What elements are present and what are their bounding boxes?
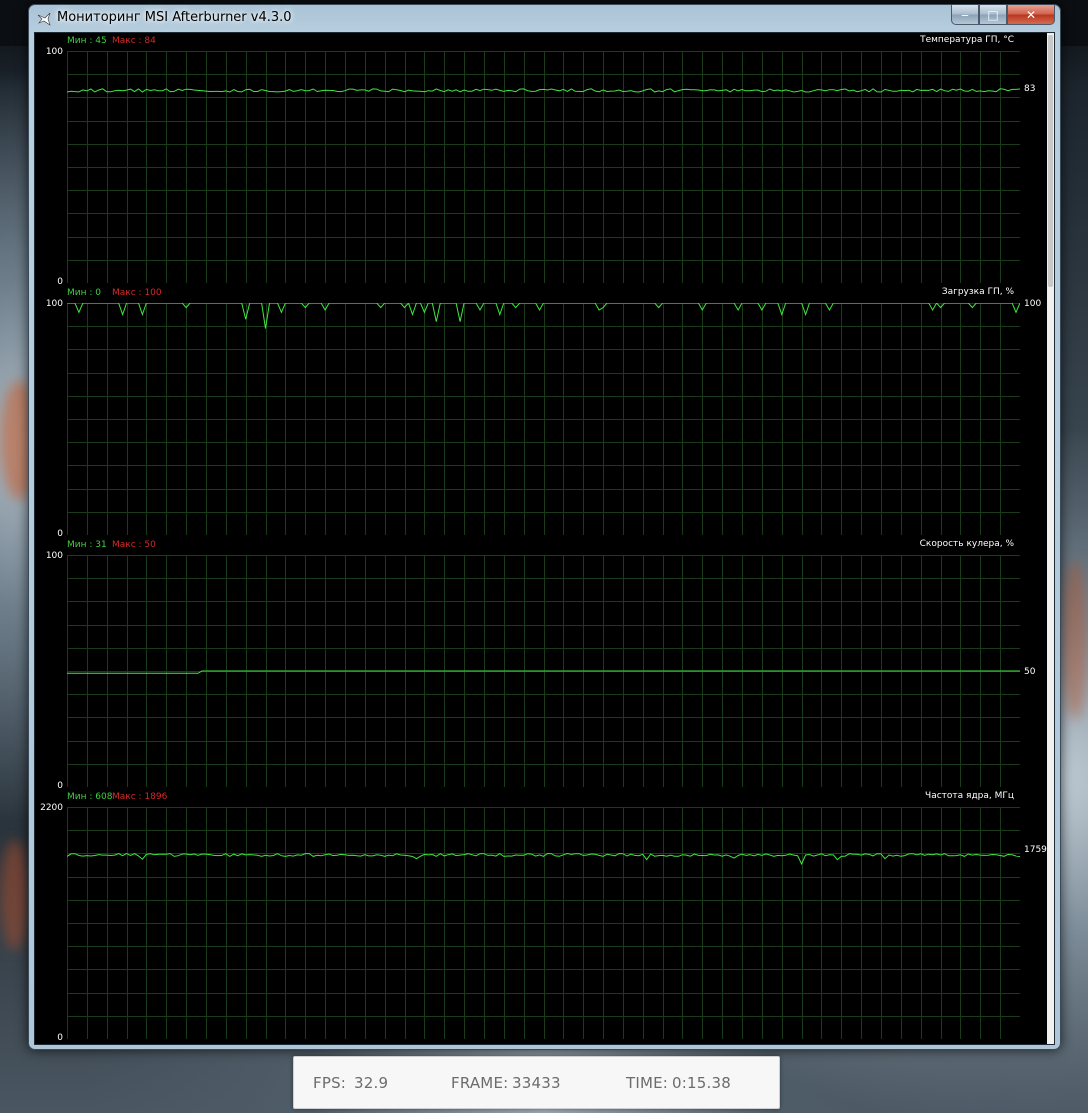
frame-label: FRAME: [451, 1074, 509, 1092]
close-button[interactable]: ✕ [1007, 5, 1055, 25]
graph-min-label: Мин : 608 [67, 792, 113, 802]
close-icon: ✕ [1025, 7, 1037, 22]
maximize-icon: □ [987, 7, 999, 22]
window-title: Мониторинг MSI Afterburner v4.3.0 [57, 10, 292, 25]
graph-gpu-temperature[interactable]: Мин : 45 Макс : 84 Температура ГП, °C 10… [35, 33, 1047, 287]
monitoring-graph-area: Мин : 45 Макс : 84 Температура ГП, °C 10… [34, 32, 1055, 1045]
graph-max-label: Макс : 100 [112, 288, 162, 298]
afterburner-plane-icon [37, 12, 51, 26]
graph-max-label: Макс : 1896 [112, 792, 168, 802]
title-bar[interactable]: Мониторинг MSI Afterburner v4.3.0 ‒ □ ✕ [29, 5, 1060, 33]
caption-buttons: ‒ □ ✕ [951, 5, 1055, 25]
fps-label: FPS: [313, 1074, 347, 1092]
graph-plot-svg [67, 303, 1020, 535]
graph-min-label: Мин : 31 [67, 540, 107, 550]
graph-plot-svg [67, 807, 1020, 1039]
graph-fan-speed[interactable]: Мин : 31 Макс : 50 Скорость кулера, % 10… [35, 537, 1047, 791]
graph-gpu-load[interactable]: Мин : 0 Макс : 100 Загрузка ГП, % 100 0 … [35, 285, 1047, 539]
graph-max-label: Макс : 84 [112, 36, 156, 46]
graph-plot [67, 555, 1020, 787]
afterburner-monitor-window: Мониторинг MSI Afterburner v4.3.0 ‒ □ ✕ … [28, 4, 1061, 1050]
scrollbar-thumb[interactable] [1048, 35, 1053, 287]
graph-title: Температура ГП, °C [920, 35, 1014, 45]
graph-current-value: 100 [1024, 299, 1042, 309]
graph-min-label: Мин : 45 [67, 36, 107, 46]
graph-y-max: 100 [45, 47, 63, 57]
graph-title: Частота ядра, МГц [925, 791, 1014, 801]
graph-current-value: 1759 [1024, 845, 1047, 855]
time-label: TIME: [626, 1074, 669, 1092]
graph-y-min: 0 [57, 1033, 63, 1043]
frame-value: 33433 [512, 1074, 561, 1092]
graph-core-clock[interactable]: Мин : 608 Макс : 1896 Частота ядра, МГц … [35, 789, 1047, 1043]
wallpaper-glow [1062, 560, 1088, 720]
fps-value: 32.9 [354, 1074, 389, 1092]
graph-current-value: 83 [1024, 84, 1036, 94]
vertical-scrollbar[interactable] [1047, 33, 1054, 1044]
graph-min-label: Мин : 0 [67, 288, 101, 298]
wallpaper-glow [0, 840, 30, 950]
graph-title: Загрузка ГП, % [941, 287, 1014, 297]
benchmark-overlay: FPS: 32.9 FRAME: 33433 TIME: 0:15.38 [293, 1056, 780, 1109]
graph-plot-svg [67, 51, 1020, 283]
graph-title: Скорость кулера, % [919, 539, 1014, 549]
graph-max-label: Макс : 50 [112, 540, 156, 550]
minimize-icon: ‒ [961, 7, 969, 22]
time-value: 0:15.38 [672, 1074, 731, 1092]
maximize-button[interactable]: □ [979, 5, 1007, 25]
graph-plot-svg [67, 555, 1020, 787]
minimize-button[interactable]: ‒ [951, 5, 979, 25]
graph-plot [67, 807, 1020, 1039]
graph-y-max: 2200 [40, 803, 63, 813]
graph-y-max: 100 [45, 551, 63, 561]
graph-y-max: 100 [45, 299, 63, 309]
graph-plot [67, 303, 1020, 535]
graph-plot [67, 51, 1020, 283]
graph-current-value: 50 [1024, 667, 1036, 677]
